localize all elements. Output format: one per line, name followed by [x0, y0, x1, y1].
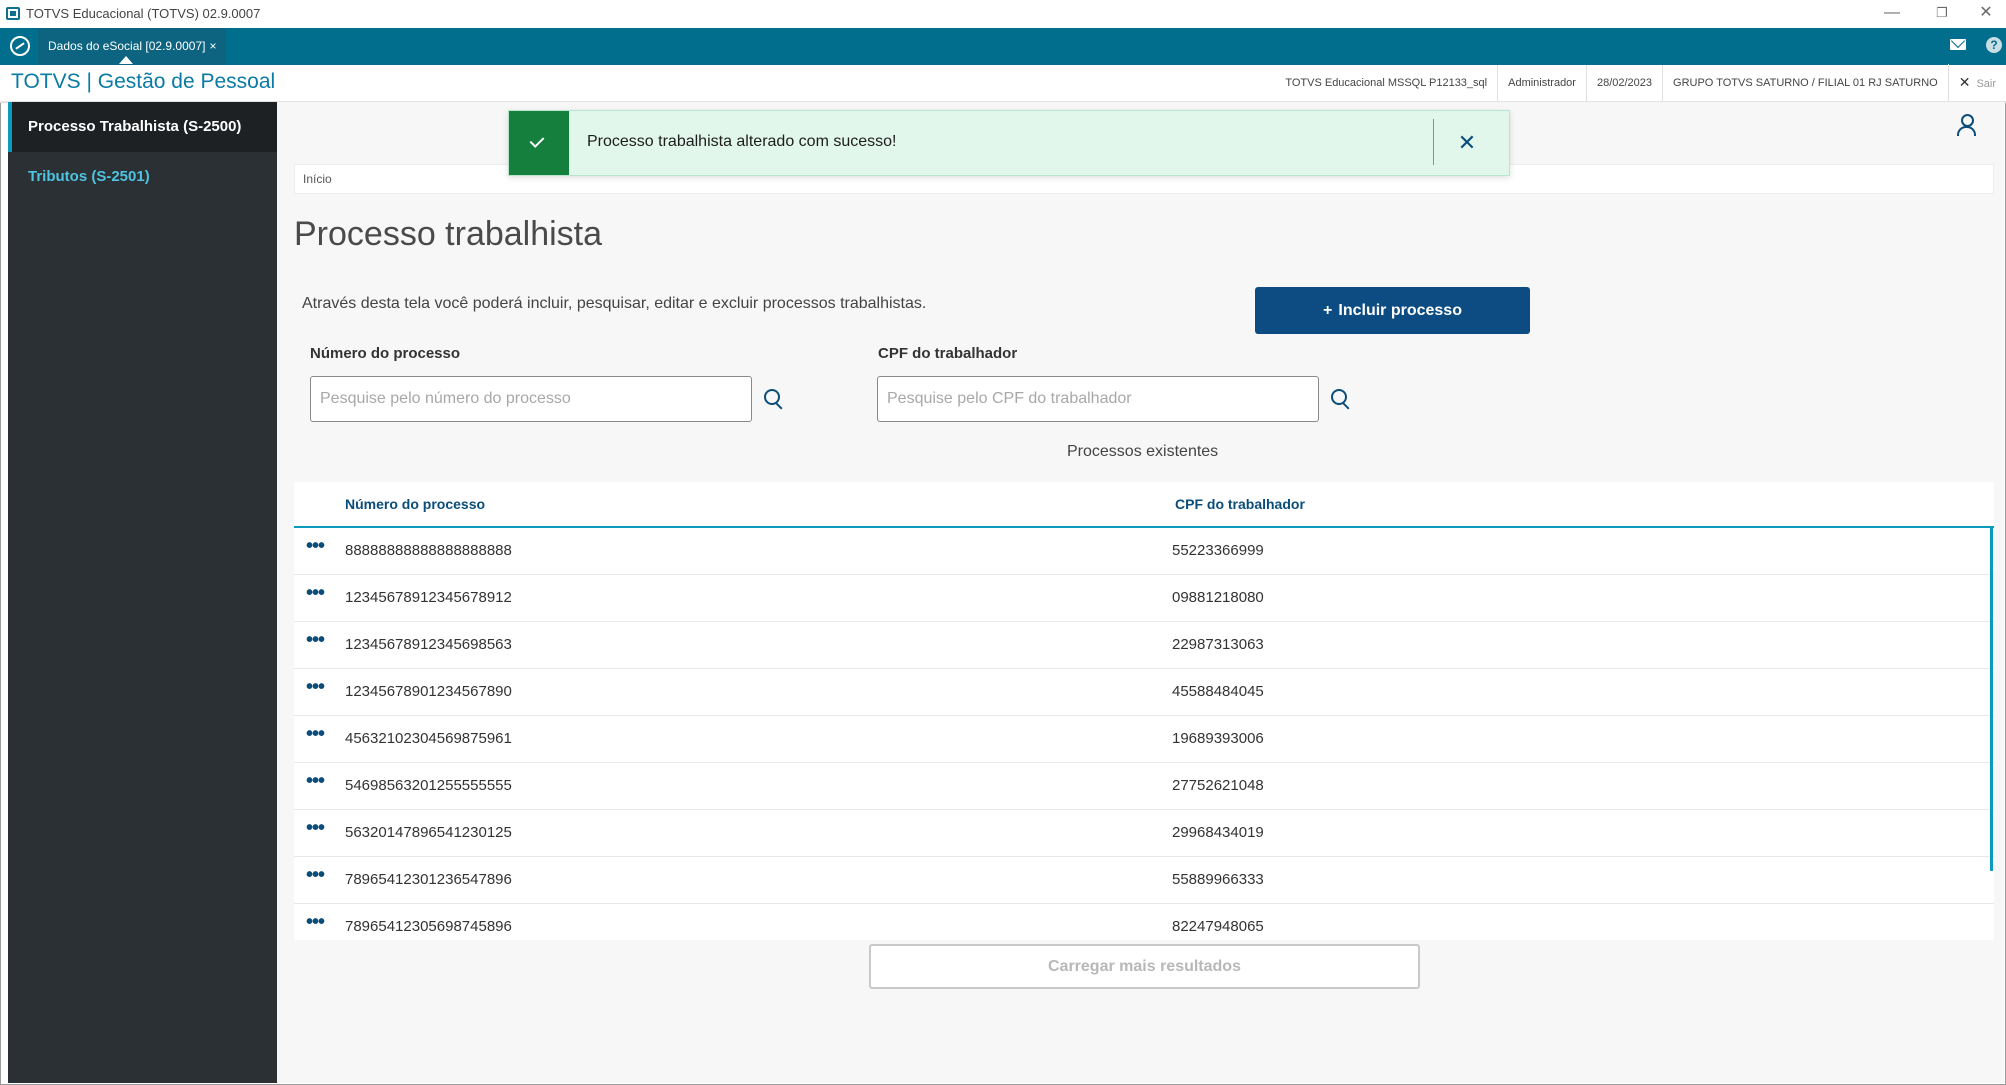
table-row[interactable]: ••• 78965412305698745896 82247948065: [294, 904, 1994, 940]
success-toast: Processo trabalhista alterado com sucess…: [508, 110, 1510, 176]
row-actions-icon[interactable]: •••: [306, 583, 325, 603]
process-number-cell: 12345678912345678912: [345, 589, 512, 606]
exit-button[interactable]: ✕ Sair: [1947, 64, 2006, 102]
search-icon[interactable]: [1331, 389, 1351, 409]
process-table: Número do processo CPF do trabalhador ••…: [294, 482, 1994, 940]
process-number-cell: 45632102304569875961: [345, 730, 512, 747]
tab-label: Dados do eSocial [02.9.0007]: [48, 39, 206, 53]
plus-icon: +: [1323, 302, 1333, 319]
row-actions-icon[interactable]: •••: [306, 865, 325, 885]
page-description: Através desta tela você poderá incluir, …: [302, 295, 927, 312]
process-number-input[interactable]: [310, 376, 752, 422]
toast-divider: [1433, 119, 1434, 165]
help-icon[interactable]: ?: [1986, 37, 2002, 53]
row-actions-icon[interactable]: •••: [306, 771, 325, 791]
table-row[interactable]: ••• 56320147896541230125 29968434019: [294, 810, 1994, 857]
table-row[interactable]: ••• 54698563201255555555 27752621048: [294, 763, 1994, 810]
toast-close-icon[interactable]: ✕: [1453, 129, 1481, 157]
sidebar-item-tributos[interactable]: Tributos (S-2501): [8, 152, 277, 202]
breadcrumb-home[interactable]: Início: [303, 172, 332, 186]
cpf-cell: 22987313063: [1172, 636, 1264, 653]
table-row[interactable]: ••• 12345678912345678912 09881218080: [294, 575, 1994, 622]
row-actions-icon[interactable]: •••: [306, 818, 325, 838]
cpf-cell: 82247948065: [1172, 918, 1264, 935]
table-caption: Processos existentes: [1067, 443, 1219, 460]
row-actions-icon[interactable]: •••: [306, 724, 325, 744]
sidebar: Processo Trabalhista (S-2500) Tributos (…: [8, 102, 277, 1083]
active-tab-marker: [119, 56, 133, 64]
app-header: TOTVS | Gestão de Pessoal TOTVS Educacio…: [0, 64, 2006, 103]
header-date: 28/02/2023: [1585, 65, 1662, 101]
cpf-cell: 27752621048: [1172, 777, 1264, 794]
process-number-cell: 56320147896541230125: [345, 824, 512, 841]
tab-close-icon[interactable]: ×: [209, 39, 216, 53]
row-actions-icon[interactable]: •••: [306, 630, 325, 650]
cpf-cell: 29968434019: [1172, 824, 1264, 841]
close-window-button[interactable]: ✕: [1966, 2, 2006, 24]
home-icon[interactable]: [10, 36, 30, 56]
search-icon[interactable]: [764, 389, 784, 409]
cpf-cell: 55889966333: [1172, 871, 1264, 888]
mail-icon[interactable]: [1950, 39, 1966, 50]
window-title: TOTVS Educacional (TOTVS) 02.9.0007: [26, 6, 261, 21]
process-number-cell: 88888888888888888888: [345, 542, 512, 559]
header-info: TOTVS Educacional MSSQL P12133_sql Admin…: [1275, 64, 2006, 102]
cpf-label: CPF do trabalhador: [878, 345, 1018, 362]
process-number-label: Número do processo: [310, 345, 461, 362]
app-brand: TOTVS | Gestão de Pessoal: [11, 70, 276, 93]
exit-icon: ✕: [1958, 74, 1971, 90]
table-row[interactable]: ••• 45632102304569875961 19689393006: [294, 716, 1994, 763]
process-number-cell: 78965412301236547896: [345, 871, 512, 888]
row-actions-icon[interactable]: •••: [306, 912, 325, 932]
table-row[interactable]: ••• 78965412301236547896 55889966333: [294, 857, 1994, 904]
user-icon[interactable]: [1957, 114, 1976, 136]
sidebar-item-processo-trabalhista[interactable]: Processo Trabalhista (S-2500): [8, 102, 277, 152]
add-process-label: Incluir processo: [1338, 302, 1462, 319]
column-header-cpf[interactable]: CPF do trabalhador: [1175, 496, 1305, 512]
header-user: Administrador: [1497, 65, 1586, 101]
exit-label: Sair: [1976, 78, 1996, 90]
table-header: Número do processo CPF do trabalhador: [294, 482, 1994, 528]
row-actions-icon[interactable]: •••: [306, 536, 325, 556]
toast-message: Processo trabalhista alterado com sucess…: [587, 133, 897, 150]
page-title: Processo trabalhista: [294, 215, 603, 253]
minimize-button[interactable]: —: [1872, 2, 1912, 24]
process-number-cell: 54698563201255555555: [345, 777, 512, 794]
table-row[interactable]: ••• 88888888888888888888 55223366999: [294, 528, 1994, 575]
row-actions-icon[interactable]: •••: [306, 677, 325, 697]
restore-button[interactable]: ❐: [1922, 2, 1962, 24]
check-icon: [509, 111, 569, 175]
process-number-cell: 78965412305698745896: [345, 918, 512, 935]
table-scrollbar[interactable]: [1990, 526, 1993, 871]
cpf-cell: 45588484045: [1172, 683, 1264, 700]
column-header-process-number[interactable]: Número do processo: [345, 496, 485, 512]
cpf-cell: 19689393006: [1172, 730, 1264, 747]
add-process-button[interactable]: + Incluir processo: [1255, 287, 1530, 334]
app-icon: [6, 7, 20, 20]
table-row[interactable]: ••• 12345678901234567890 45588484045: [294, 669, 1994, 716]
cpf-input[interactable]: [877, 376, 1319, 422]
process-number-cell: 12345678901234567890: [345, 683, 512, 700]
header-branch: GRUPO TOTVS SATURNO / FILIAL 01 RJ SATUR…: [1662, 65, 1948, 101]
tab-bar: Dados do eSocial [02.9.0007] × ?: [0, 28, 2006, 65]
load-more-button[interactable]: Carregar mais resultados: [869, 944, 1420, 989]
table-row[interactable]: ••• 12345678912345698563 22987313063: [294, 622, 1994, 669]
process-number-cell: 12345678912345698563: [345, 636, 512, 653]
cpf-cell: 09881218080: [1172, 589, 1264, 606]
header-database: TOTVS Educacional MSSQL P12133_sql: [1285, 77, 1488, 89]
cpf-cell: 55223366999: [1172, 542, 1264, 559]
window-titlebar: TOTVS Educacional (TOTVS) 02.9.0007 — ❐ …: [0, 0, 2006, 29]
